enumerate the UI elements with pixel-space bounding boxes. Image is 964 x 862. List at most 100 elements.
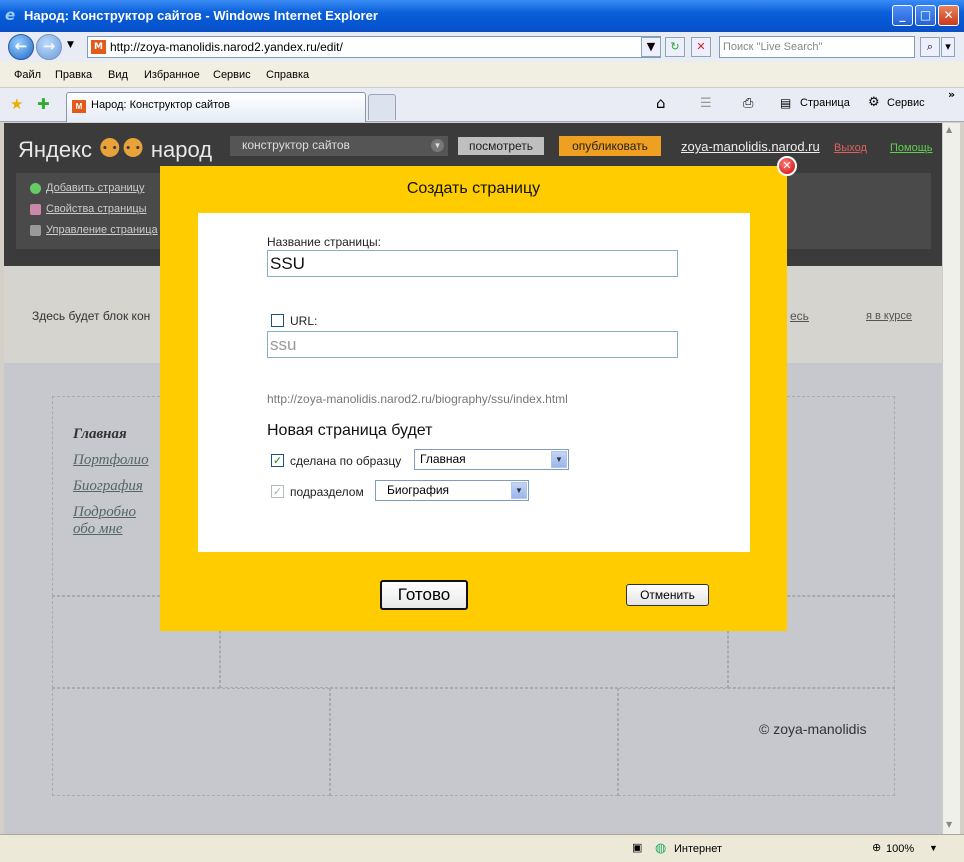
scroll-up-icon[interactable]: ▲: [946, 125, 952, 134]
search-options-icon[interactable]: ▾: [941, 37, 955, 57]
page-properties-link[interactable]: Свойства страницы: [46, 203, 147, 215]
minimize-button[interactable]: _: [892, 5, 913, 26]
chevron-down-icon: ▼: [511, 482, 527, 499]
manage-pages-link[interactable]: Управление страница: [46, 224, 158, 236]
help-link[interactable]: Помощь: [890, 142, 933, 154]
dialog-body: Название страницы: SSU URL: ssu http://z…: [198, 213, 750, 552]
menu-view[interactable]: Вид: [108, 69, 128, 81]
view-button[interactable]: посмотреть: [458, 137, 544, 155]
service-menu[interactable]: Сервис: [887, 97, 925, 109]
menu-favorites[interactable]: Избранное: [144, 69, 200, 81]
layout-block: [52, 688, 330, 796]
tab-current[interactable]: M Народ: Конструктор сайтов: [66, 92, 366, 122]
tab-title: Народ: Конструктор сайтов: [91, 99, 230, 111]
url-label: URL:: [290, 314, 318, 328]
add-favorite-icon[interactable]: ✚: [37, 95, 50, 113]
menu-tools[interactable]: Сервис: [213, 69, 251, 81]
copyright: © zoya-manolidis: [759, 721, 867, 737]
close-window-button[interactable]: ✕: [938, 5, 959, 26]
tab-favicon-icon: M: [72, 100, 86, 113]
gear-icon: ⚙: [868, 95, 880, 110]
dialog-close-icon[interactable]: ✕: [777, 156, 797, 176]
parent-select-value: Биография: [387, 483, 450, 497]
address-dropdown-icon[interactable]: ▼: [641, 37, 661, 57]
nav-item-portfolio[interactable]: Портфолио: [73, 452, 149, 469]
chevron-more-icon[interactable]: »: [948, 88, 955, 101]
protected-mode-icon: ▣: [632, 842, 643, 854]
favorites-star-icon[interactable]: ★: [10, 95, 23, 113]
menu-help[interactable]: Справка: [266, 69, 309, 81]
exit-link[interactable]: Выход: [834, 142, 867, 154]
window-title-bar: e Народ: Конструктор сайтов - Windows In…: [0, 0, 964, 32]
parent-checkbox: ✓: [271, 485, 284, 498]
page-name-input[interactable]: SSU: [267, 250, 678, 277]
search-input[interactable]: Поиск "Live Search": [719, 36, 915, 58]
parent-label: подразделом: [290, 485, 364, 499]
parent-select[interactable]: Биография ▼: [375, 480, 529, 501]
url-preview: http://zoya-manolidis.narod2.ru/biograph…: [267, 392, 568, 406]
zoom-level[interactable]: 100%: [886, 843, 914, 855]
menu-file[interactable]: Файл: [14, 69, 41, 81]
publish-button[interactable]: опубликовать: [559, 136, 661, 156]
template-checkbox[interactable]: ✓: [271, 454, 284, 467]
vertical-scrollbar[interactable]: ▲ ▼: [942, 123, 960, 834]
ie-logo-icon: e: [5, 6, 16, 24]
page-menu[interactable]: Страница: [800, 97, 850, 109]
pencil-icon: [30, 204, 41, 215]
globe-icon: ◍: [655, 840, 667, 855]
refresh-icon[interactable]: ↻: [665, 37, 685, 57]
menu-bar: Файл Правка Вид Избранное Сервис Справка: [0, 62, 964, 88]
logo-narod-text: народ: [150, 137, 213, 162]
template-label: сделана по образцу: [290, 454, 402, 468]
home-icon[interactable]: ⌂: [656, 94, 666, 112]
settings-icon: [30, 225, 41, 236]
mode-select[interactable]: конструктор сайтов ▼: [230, 136, 448, 156]
scroll-down-icon[interactable]: ▼: [946, 820, 952, 829]
template-select-value: Главная: [420, 452, 466, 466]
section-heading: Новая страница будет: [267, 422, 433, 439]
stop-icon[interactable]: ✕: [691, 37, 711, 57]
window-title: Народ: Конструктор сайтов - Windows Inte…: [24, 8, 378, 23]
address-input[interactable]: http://zoya-manolidis.narod2.yandex.ru/e…: [87, 36, 661, 58]
chevron-down-icon: ▼: [551, 451, 567, 468]
zoom-dropdown-icon[interactable]: ▼: [929, 843, 938, 853]
history-dropdown-icon[interactable]: ▼: [67, 40, 74, 50]
notice-ok-link[interactable]: я в курсе: [866, 310, 912, 322]
done-button[interactable]: Готово: [380, 580, 468, 610]
new-tab-button[interactable]: [368, 94, 396, 120]
forward-button[interactable]: →: [36, 34, 62, 60]
feeds-icon[interactable]: ☰: [700, 96, 712, 111]
notice-link[interactable]: есь: [790, 309, 809, 323]
status-bar: ▣ ◍ Интернет ⊕ 100% ▼: [0, 834, 964, 862]
yandex-narod-logo[interactable]: Яндекс ⚉⚉ народ: [18, 133, 212, 164]
layout-block: [330, 688, 618, 796]
page-icon: ▤: [780, 96, 792, 110]
create-page-dialog: Создать страницу Название страницы: SSU …: [160, 166, 787, 631]
notice-text: Здесь будет блок кон: [32, 309, 151, 323]
mode-select-value: конструктор сайтов: [242, 138, 350, 152]
back-button[interactable]: ←: [8, 34, 34, 60]
print-icon[interactable]: ⎙: [743, 96, 753, 111]
site-link[interactable]: zoya-manolidis.narod.ru: [681, 139, 820, 154]
layout-block: [618, 688, 895, 796]
page-name-label: Название страницы:: [267, 235, 381, 249]
add-page-link[interactable]: Добавить страницу: [46, 182, 144, 194]
logo-yandex-text: Яндекс: [18, 137, 92, 162]
chevron-down-icon: ▼: [431, 139, 444, 152]
search-icon[interactable]: ⌕: [920, 37, 940, 57]
nav-item-biography[interactable]: Биография: [73, 478, 143, 495]
maximize-button[interactable]: □: [915, 5, 936, 26]
site-favicon-icon: M: [91, 40, 106, 54]
nav-item-about-1[interactable]: Подробно: [73, 504, 136, 521]
cancel-button[interactable]: Отменить: [626, 584, 709, 606]
people-logo-icon: ⚉⚉: [98, 133, 145, 163]
template-select[interactable]: Главная ▼: [414, 449, 569, 470]
zone-text: Интернет: [674, 843, 722, 855]
nav-item-about-2[interactable]: обо мне: [73, 521, 123, 538]
zoom-icon[interactable]: ⊕: [872, 841, 881, 854]
menu-edit[interactable]: Правка: [55, 69, 92, 81]
url-checkbox[interactable]: [271, 314, 284, 327]
url-input[interactable]: ssu: [267, 331, 678, 358]
nav-item-main[interactable]: Главная: [73, 426, 127, 443]
add-icon: [30, 183, 41, 194]
